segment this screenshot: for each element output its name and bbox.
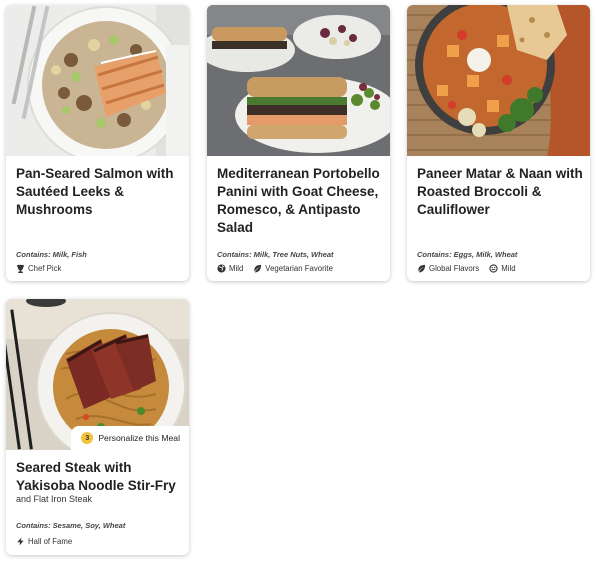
meal-title[interactable]: Mediterranean Portobello Panini with Goa…: [217, 165, 384, 237]
leaf-icon: [254, 264, 262, 273]
allergen-text: Contains: Milk, Fish: [16, 250, 87, 259]
meal-card[interactable]: 3 Personalize this Meal Seared Steak wit…: [6, 299, 189, 555]
bolt-icon: [17, 537, 24, 546]
meal-tags: Chef Pick: [16, 264, 61, 273]
meal-card[interactable]: Pan-Seared Salmon with Sautéed Leeks & M…: [6, 5, 189, 281]
meal-tags: Mild Vegetarian Favorite: [217, 264, 333, 273]
globe-icon: [217, 264, 226, 273]
smiley-icon: [489, 264, 498, 273]
meal-title[interactable]: Pan-Seared Salmon with Sautéed Leeks & M…: [16, 165, 183, 219]
meal-tags: Global Flavors Mild: [417, 264, 516, 273]
meal-tags: Hall of Fame: [16, 537, 72, 546]
meal-image[interactable]: [6, 5, 189, 156]
tag-label: Mild: [501, 264, 516, 273]
personalize-label: Personalize this Meal: [98, 433, 180, 443]
personalize-count-badge: 3: [81, 432, 94, 444]
meal-image[interactable]: [207, 5, 390, 156]
allergen-text: Contains: Sesame, Soy, Wheat: [16, 521, 126, 530]
meal-card[interactable]: Paneer Matar & Naan with Roasted Broccol…: [407, 5, 590, 281]
tag-chef-pick: Chef Pick: [16, 264, 61, 273]
tag-hall-of-fame: Hall of Fame: [16, 537, 72, 546]
tag-mild: Mild: [489, 264, 516, 273]
trophy-icon: [16, 264, 25, 273]
allergen-text: Contains: Eggs, Milk, Wheat: [417, 250, 518, 259]
personalize-meal-button[interactable]: 3 Personalize this Meal: [71, 426, 189, 450]
tag-label: Vegetarian Favorite: [265, 264, 333, 273]
tag-label: Global Flavors: [429, 264, 480, 273]
meal-title[interactable]: Seared Steak with Yakisoba Noodle Stir-F…: [16, 459, 183, 495]
tag-mild: Mild: [217, 264, 243, 273]
tag-vegetarian: Vegetarian Favorite: [253, 264, 333, 273]
allergen-text: Contains: Milk, Tree Nuts, Wheat: [217, 250, 334, 259]
tag-label: Chef Pick: [28, 264, 62, 273]
meal-image[interactable]: 3 Personalize this Meal: [6, 299, 189, 450]
tag-label: Mild: [229, 264, 244, 273]
meal-image[interactable]: [407, 5, 590, 156]
tag-global-flavors: Global Flavors: [417, 264, 479, 273]
meal-subtitle: and Flat Iron Steak: [16, 494, 93, 504]
meal-card[interactable]: Mediterranean Portobello Panini with Goa…: [207, 5, 390, 281]
meal-title[interactable]: Paneer Matar & Naan with Roasted Broccol…: [417, 165, 584, 219]
leaf-icon: [418, 264, 426, 273]
tag-label: Hall of Fame: [28, 537, 73, 546]
